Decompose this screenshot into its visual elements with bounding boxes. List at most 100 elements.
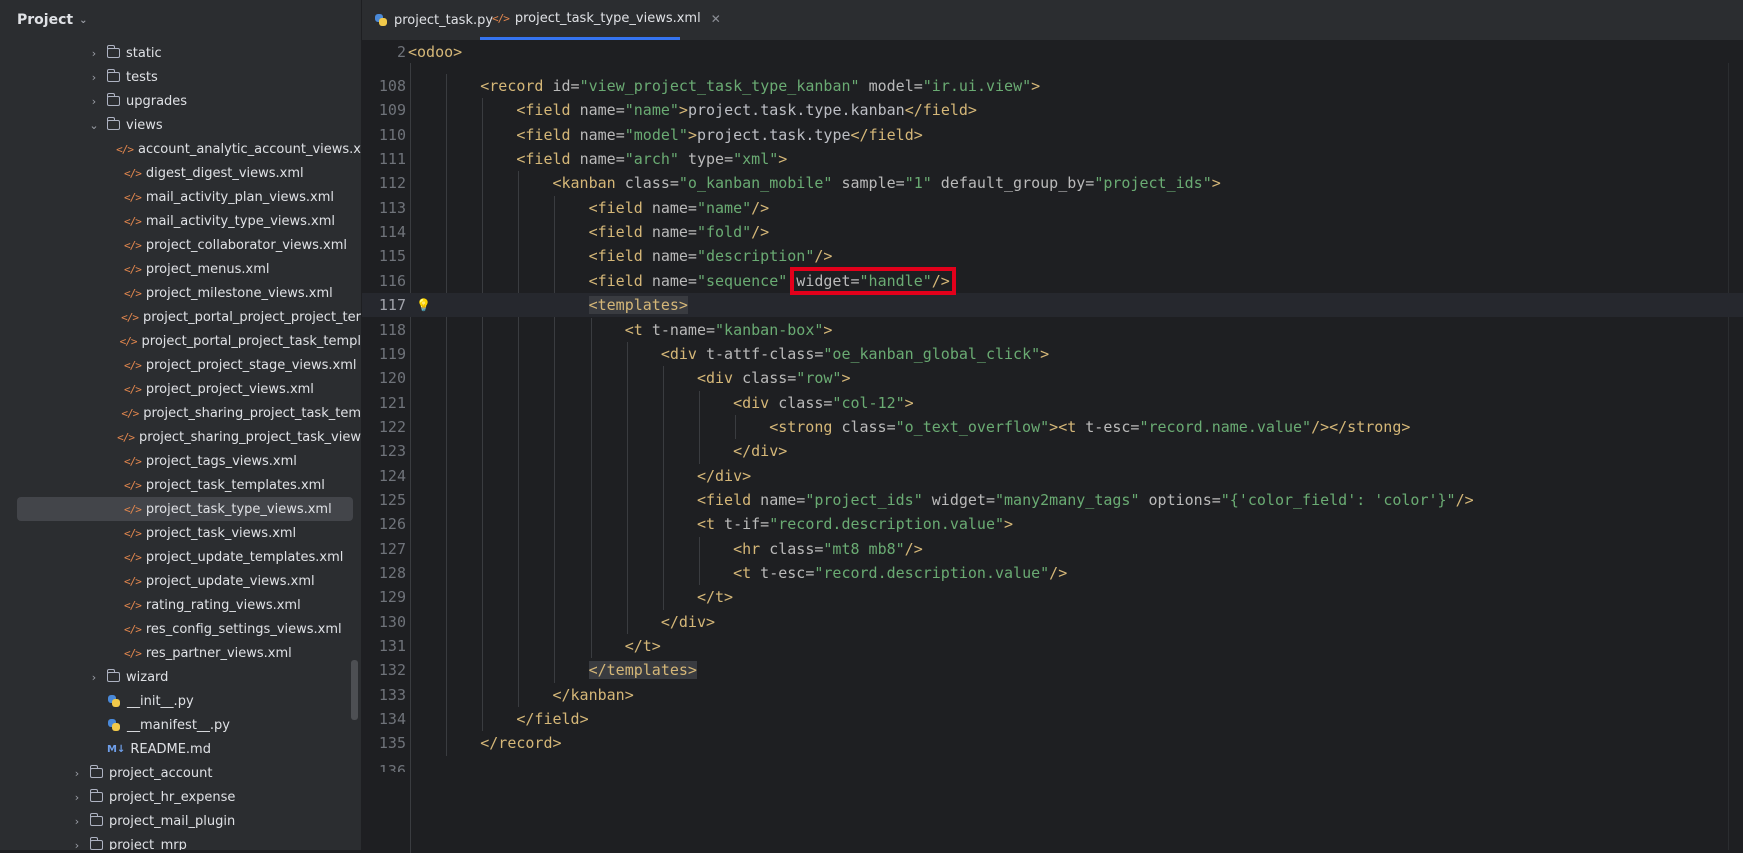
chevron-down-icon[interactable]: ⌄ [79, 15, 87, 26]
tab-project-task-type-views-xml[interactable]: </> project_task_type_views.xml ✕ [480, 0, 721, 40]
tree-item[interactable]: </> project_project_stage_views.xml [0, 353, 361, 377]
python-file-icon [107, 694, 121, 708]
xml-tag: <field [588, 247, 652, 266]
tree-item[interactable]: › tests [0, 65, 361, 89]
tree-item[interactable]: __init__.py [0, 689, 361, 713]
tree-item[interactable]: </> mail_activity_type_views.xml [0, 209, 361, 233]
chevron-right-icon[interactable]: › [70, 839, 84, 851]
code-line[interactable]: 120 <div class="row"> [362, 366, 1743, 390]
xml-attr: name= [651, 223, 697, 242]
tree-item[interactable]: </> project_portal_project_project_ter [0, 305, 361, 329]
tree-item[interactable]: </> project_project_views.xml [0, 377, 361, 401]
code-line[interactable]: 122 <strong class="o_text_overflow"><t t-… [362, 415, 1743, 439]
tree-item[interactable]: › wizard [0, 665, 361, 689]
code-line[interactable]: 134 </field> [362, 707, 1743, 731]
code-line[interactable]: 115 <field name="description"/> [362, 244, 1743, 268]
tree-item[interactable]: </> project_task_type_views.xml [17, 497, 353, 521]
tree-item[interactable]: __manifest__.py [0, 713, 361, 737]
code-line[interactable]: 124 </div> [362, 464, 1743, 488]
code-line[interactable]: 135 </record> [362, 731, 1743, 755]
code-editor[interactable]: ✓2 107108<record id="view_project_task_t… [362, 41, 1743, 853]
code-line[interactable]: 113 <field name="name"/> [362, 196, 1743, 220]
chevron-right-icon[interactable]: › [87, 671, 101, 684]
chevron-right-icon[interactable]: › [87, 95, 101, 108]
code-line[interactable]: 131 </t> [362, 634, 1743, 658]
chevron-down-icon[interactable]: ⌄ [87, 119, 101, 132]
chevron-right-icon[interactable]: › [70, 791, 84, 804]
code-line[interactable]: 133 </kanban> [362, 683, 1743, 707]
code-text: </t> [625, 634, 661, 658]
line-number: 134 [378, 710, 406, 729]
tree-item[interactable]: </> project_tags_views.xml [0, 449, 361, 473]
tree-item[interactable]: </> project_update_templates.xml [0, 545, 361, 569]
code-line[interactable]: 116 <field name="sequence" widget="handle… [362, 269, 1743, 293]
code-line[interactable]: 118 <t t-name="kanban-box"> [362, 318, 1743, 342]
tree-item-label: project_hr_expense [109, 789, 236, 805]
xml-attr: model= [859, 77, 923, 95]
code-line[interactable]: 129 </t> [362, 585, 1743, 609]
tree-item[interactable]: </> project_update_views.xml [0, 569, 361, 593]
folder-icon [106, 93, 120, 106]
sidebar-scrollbar[interactable] [351, 660, 358, 720]
close-tab-icon[interactable]: ✕ [711, 12, 721, 26]
tree-item-label: __init__.py [127, 693, 194, 709]
tree-item[interactable]: › project_mrp [0, 833, 361, 850]
tree-item[interactable]: </> res_config_settings_views.xml [0, 617, 361, 641]
code-line[interactable]: 114 <field name="fold"/> [362, 220, 1743, 244]
xml-file-icon: </> [124, 526, 142, 540]
code-line[interactable]: 126 <t t-if="record.description.value"> [362, 512, 1743, 536]
code-line[interactable]: 111 <field name="arch" type="xml"> [362, 147, 1743, 171]
chevron-right-icon[interactable]: › [87, 47, 101, 60]
code-line[interactable]: 110 <field name="model">project.task.type… [362, 123, 1743, 147]
tree-item[interactable]: </> account_analytic_account_views.x [0, 137, 361, 161]
tree-item[interactable]: </> project_task_views.xml [0, 521, 361, 545]
tree-item[interactable]: </> project_menus.xml [0, 257, 361, 281]
tree-item[interactable]: › upgrades [0, 89, 361, 113]
line-number: 109 [378, 101, 406, 120]
code-line[interactable]: 109 <field name="name">project.task.type.… [362, 98, 1743, 122]
code-line[interactable]: 119 <div t-attf-class="oe_kanban_global_c… [362, 342, 1743, 366]
tree-item[interactable]: › project_account [0, 761, 361, 785]
tree-item[interactable]: </> project_sharing_project_task_tem [0, 401, 361, 425]
tree-item[interactable]: </> project_milestone_views.xml [0, 281, 361, 305]
code-line[interactable]: 121 <div class="col-12"> [362, 391, 1743, 415]
tree-item[interactable]: </> rating_rating_views.xml [0, 593, 361, 617]
chevron-right-icon[interactable]: › [70, 767, 84, 780]
code-line[interactable]: 130 </div> [362, 610, 1743, 634]
tree-item[interactable]: › project_mail_plugin [0, 809, 361, 833]
tree-item[interactable]: </> project_collaborator_views.xml [0, 233, 361, 257]
code-text: </div> [733, 439, 787, 463]
tree-item[interactable]: </> digest_digest_views.xml [0, 161, 361, 185]
tree-item[interactable]: </> mail_activity_plan_views.xml [0, 185, 361, 209]
tree-item[interactable]: › static [0, 41, 361, 65]
xml-tag: <field [516, 150, 580, 169]
code-line[interactable]: 108 <record id="view_project_task_type_ka… [362, 74, 1743, 98]
code-line[interactable]: 127 <hr class="mt8 mb8"/> [362, 537, 1743, 561]
code-line[interactable]: 117 💡 <templates> [362, 293, 1743, 318]
code-line[interactable]: 123 </div> [362, 439, 1743, 463]
code-line[interactable]: 128 <t t-esc="record.description.value"/> [362, 561, 1743, 585]
line-number: 121 [378, 393, 406, 412]
code-line[interactable]: 132 </templates> [362, 658, 1743, 682]
code-line[interactable]: 125 <field name="project_ids" widget="man… [362, 488, 1743, 512]
tree-item-label: views [126, 117, 163, 133]
chevron-right-icon[interactable]: › [70, 815, 84, 828]
xml-value: "ir.ui.view" [922, 77, 1032, 95]
tree-item[interactable]: M↓ README.md [0, 737, 361, 761]
line-number: 113 [378, 198, 406, 217]
xml-tag: /> [1049, 564, 1068, 582]
project-view-header[interactable]: Project ⌄ [0, 0, 361, 40]
line-number: 127 [378, 539, 406, 558]
tree-item[interactable]: </> project_task_templates.xml [0, 473, 361, 497]
code-line[interactable]: 112 <kanban class="o_kanban_mobile" sampl… [362, 171, 1743, 195]
line-number: 125 [378, 490, 406, 509]
chevron-right-icon[interactable]: › [87, 71, 101, 84]
sticky-line[interactable]: 2 <odoo> [362, 41, 1743, 63]
lightbulb-icon[interactable]: 💡 [416, 293, 431, 317]
tree-item[interactable]: </> res_partner_views.xml [0, 641, 361, 665]
tree-item[interactable]: </> project_portal_project_task_templ [0, 329, 361, 353]
tree-item[interactable]: </> project_sharing_project_task_view [0, 425, 361, 449]
tree-item[interactable]: › project_hr_expense [0, 785, 361, 809]
tree-item[interactable]: ⌄ views [0, 113, 361, 137]
xml-file-icon: </> [124, 622, 142, 636]
